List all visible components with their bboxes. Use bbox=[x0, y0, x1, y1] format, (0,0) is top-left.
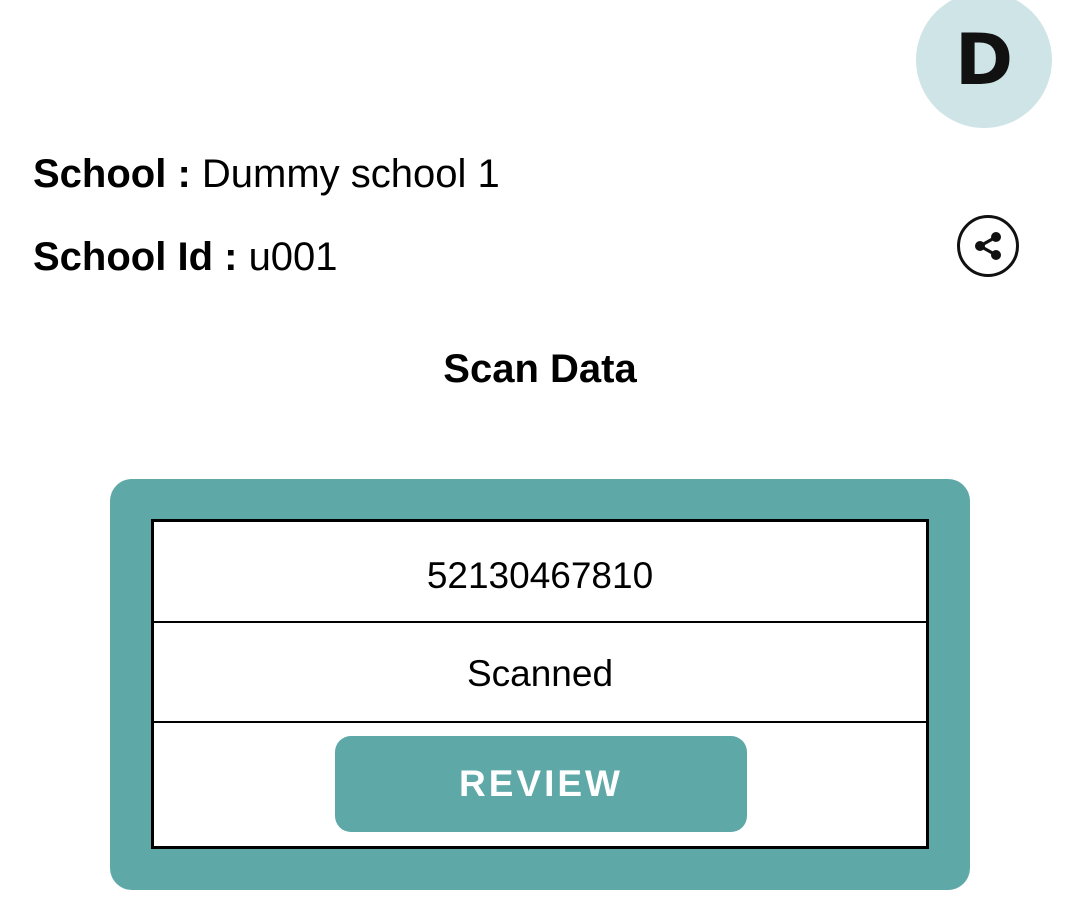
school-id-label: School Id : bbox=[33, 235, 238, 279]
scan-record-table: 52130467810 Scanned REVIEW bbox=[151, 519, 929, 849]
scan-id: 52130467810 bbox=[426, 555, 654, 596]
school-id-row: School Id : u001 bbox=[33, 233, 338, 281]
school-name-row: School : Dummy school 1 bbox=[33, 150, 500, 198]
row-divider bbox=[154, 721, 926, 723]
avatar[interactable]: D bbox=[916, 0, 1052, 128]
review-button[interactable]: REVIEW bbox=[335, 736, 747, 832]
page-title: Scan Data bbox=[443, 347, 637, 391]
avatar-letter: D bbox=[954, 19, 1014, 101]
row-divider bbox=[154, 621, 926, 623]
share-icon bbox=[975, 232, 1001, 260]
review-button-label: REVIEW bbox=[459, 763, 623, 804]
scan-status: Scanned bbox=[466, 653, 614, 694]
school-id-value: u001 bbox=[248, 235, 338, 279]
school-value: Dummy school 1 bbox=[201, 152, 500, 196]
school-label: School : bbox=[33, 152, 191, 196]
share-button[interactable] bbox=[957, 215, 1019, 277]
